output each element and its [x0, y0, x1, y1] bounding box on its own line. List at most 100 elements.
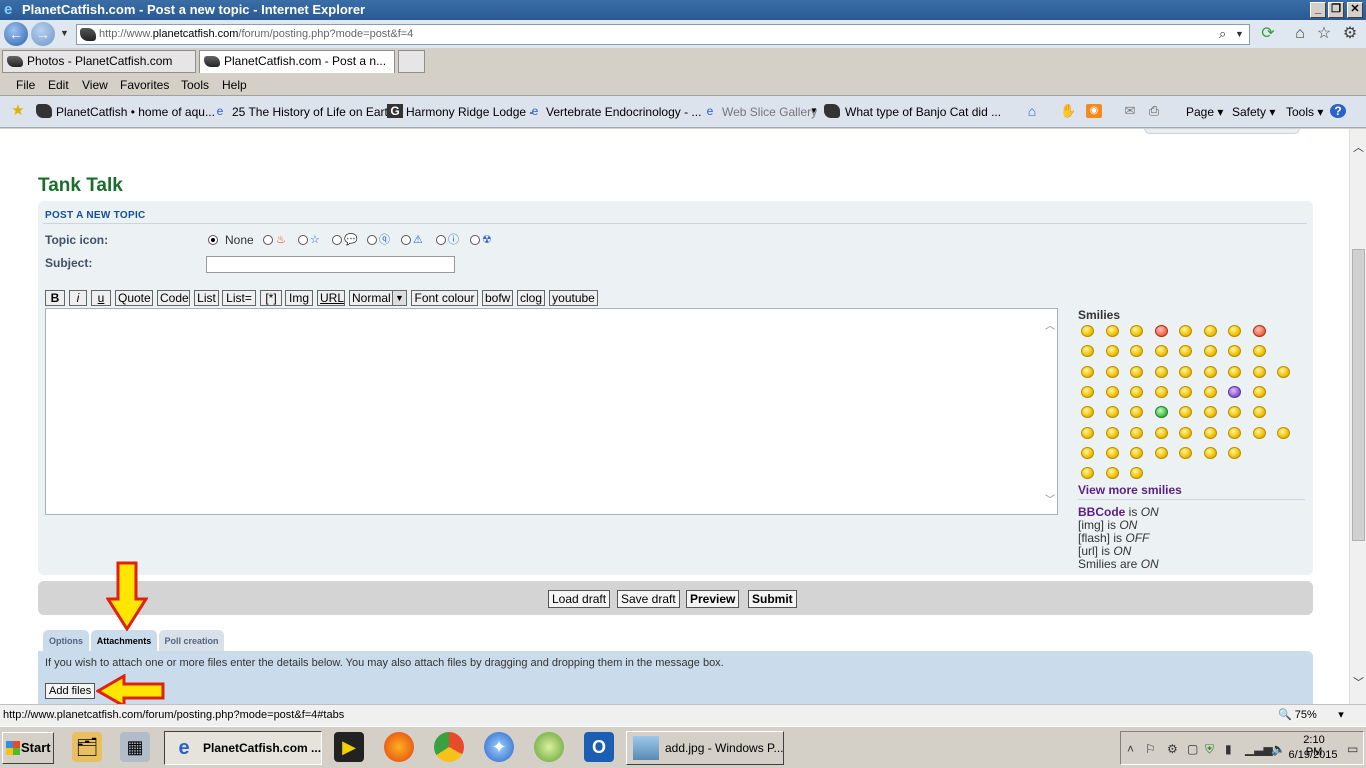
refresh-icon[interactable]: ⟳	[1258, 24, 1278, 44]
smiley-icon[interactable]	[1081, 325, 1094, 337]
taskbar-task-planetcatfish[interactable]: e PlanetCatfish.com ...	[164, 731, 322, 765]
scroll-down-icon[interactable]: ﹀	[1353, 674, 1364, 690]
browser-tab-photos[interactable]: Photos - PlanetCatfish.com	[2, 50, 196, 73]
file-explorer-icon[interactable]: 🗂	[72, 732, 102, 762]
address-bar[interactable]: http://www.planetcatfish.com/forum/posti…	[76, 24, 1250, 45]
page-scrollbar[interactable]: ︿ ﹀	[1349, 129, 1366, 704]
bold-button[interactable]: B	[45, 290, 65, 306]
smiley-icon[interactable]	[1081, 467, 1094, 480]
smiley-icon[interactable]	[1228, 406, 1241, 419]
smiley-icon[interactable]	[1154, 365, 1168, 378]
smiley-icon[interactable]	[1203, 385, 1217, 398]
smiley-icon[interactable]	[1203, 406, 1217, 419]
favorite-vertebrate-endocrinology[interactable]: Vertebrate Endocrinology - ...	[546, 105, 701, 119]
italic-button[interactable]: i	[69, 290, 87, 306]
list-button[interactable]: List	[194, 290, 219, 306]
preview-button[interactable]: Preview	[686, 590, 740, 608]
smiley-icon[interactable]	[1228, 345, 1241, 358]
signal-icon[interactable]: ▁▃▅	[1245, 742, 1273, 756]
smiley-icon[interactable]	[1228, 365, 1241, 378]
tab-options[interactable]: Options	[43, 630, 89, 652]
address-dropdown-icon[interactable]: ▼	[1235, 29, 1244, 39]
taskbar-task-add-jpg[interactable]: add.jpg - Windows P...	[626, 731, 784, 765]
smiley-icon[interactable]	[1179, 325, 1192, 337]
favorite-planetcatfish[interactable]: PlanetCatfish • home of aqu...	[56, 105, 215, 119]
smiley-icon[interactable]	[1228, 325, 1241, 337]
address-url[interactable]: http://www.planetcatfish.com/forum/posti…	[99, 28, 413, 40]
smiley-icon[interactable]	[1105, 325, 1119, 337]
code-button[interactable]: Code	[157, 290, 190, 306]
clock-date[interactable]: 6/19/2015	[1288, 749, 1338, 761]
smiley-icon[interactable]	[1130, 467, 1143, 480]
topic-icon-info-radio[interactable]	[436, 235, 446, 245]
clog-button[interactable]: clog	[517, 290, 545, 306]
smiley-icon[interactable]	[1203, 426, 1217, 439]
smiley-icon[interactable]	[1081, 385, 1094, 398]
smiley-icon[interactable]	[1130, 345, 1143, 358]
favorite-history-of-life[interactable]: 25 The History of Life on Earth	[232, 105, 395, 119]
home-icon[interactable]: ⌂	[1290, 24, 1310, 44]
smiley-icon[interactable]	[1252, 365, 1266, 378]
smiley-icon[interactable]	[1154, 325, 1168, 337]
smiley-icon[interactable]	[1081, 446, 1094, 459]
bbcode-link[interactable]: BBCode	[1078, 505, 1125, 519]
firefox-icon[interactable]	[384, 732, 414, 762]
favorites-star-icon[interactable]: ★	[10, 103, 26, 118]
menu-help[interactable]: Help	[222, 78, 247, 92]
smiley-icon[interactable]	[1105, 446, 1119, 459]
show-hidden-icons-icon[interactable]: ˄	[1127, 742, 1134, 756]
img-button[interactable]: Img	[285, 290, 313, 306]
mail-icon[interactable]: ✉	[1122, 104, 1138, 118]
calculator-icon[interactable]: ▦	[120, 732, 150, 762]
search-icon[interactable]: ⌕	[1219, 26, 1226, 42]
tab-attachments[interactable]: Attachments	[91, 630, 157, 652]
favorites-star-icon[interactable]: ☆	[1314, 24, 1334, 44]
topic-icon-star-radio[interactable]	[298, 235, 308, 245]
view-more-smilies-link[interactable]: View more smilies	[1078, 483, 1182, 497]
smiley-icon[interactable]	[1154, 385, 1168, 398]
menu-edit[interactable]: Edit	[48, 78, 69, 92]
home-icon[interactable]: ⌂	[1024, 104, 1040, 118]
scroll-up-icon[interactable]: ︿	[1353, 139, 1364, 155]
rss-feed-icon[interactable]: ◉	[1086, 104, 1102, 118]
topic-icon-radioactive-radio[interactable]	[470, 235, 480, 245]
minimize-button[interactable]: _	[1310, 2, 1326, 18]
underline-button[interactable]: u	[91, 290, 111, 306]
smiley-icon[interactable]	[1081, 426, 1094, 439]
smiley-icon[interactable]	[1130, 365, 1143, 378]
font-size-select[interactable]: Normal ▼	[349, 290, 407, 306]
smiley-icon[interactable]	[1105, 406, 1119, 419]
network-tray-icon[interactable]: ⚙	[1167, 742, 1178, 756]
smiley-icon[interactable]	[1130, 446, 1143, 459]
submit-button[interactable]: Submit	[748, 590, 797, 608]
app-icon[interactable]	[534, 732, 564, 762]
smiley-icon[interactable]	[1105, 426, 1119, 439]
smiley-icon[interactable]	[1179, 385, 1192, 398]
smiley-icon[interactable]	[1105, 345, 1119, 358]
battery-icon[interactable]: ▮	[1225, 742, 1232, 756]
smiley-icon[interactable]	[1081, 406, 1094, 419]
smiley-icon[interactable]	[1154, 426, 1168, 439]
smiley-icon[interactable]	[1252, 406, 1266, 419]
list-item-button[interactable]: [*]	[260, 290, 282, 306]
smiley-icon[interactable]	[1179, 406, 1192, 419]
smiley-icon[interactable]	[1081, 345, 1094, 358]
smiley-icon[interactable]	[1130, 406, 1143, 419]
youtube-button[interactable]: youtube	[549, 290, 598, 306]
smiley-icon[interactable]	[1081, 365, 1094, 378]
smiley-icon[interactable]	[1179, 345, 1192, 358]
favorite-harmony-ridge[interactable]: Harmony Ridge Lodge -	[406, 105, 533, 119]
message-textarea[interactable]: ︿ ﹀	[45, 308, 1058, 515]
settings-gear-icon[interactable]: ⚙	[1340, 24, 1360, 44]
device-icon[interactable]: ▢	[1187, 742, 1198, 756]
close-button[interactable]: ✕	[1347, 2, 1363, 18]
smiley-icon[interactable]	[1228, 426, 1241, 439]
topic-icon-speech-radio[interactable]	[332, 235, 342, 245]
print-icon[interactable]: ⎙	[1146, 104, 1162, 118]
flag-icon[interactable]: ⚐	[1145, 742, 1156, 756]
smiley-icon[interactable]	[1179, 446, 1192, 459]
smiley-icon[interactable]	[1252, 345, 1266, 358]
forum-title[interactable]: Tank Talk	[38, 175, 123, 197]
new-tab-button[interactable]	[398, 50, 425, 73]
back-arrow-icon[interactable]: ←	[4, 22, 28, 46]
